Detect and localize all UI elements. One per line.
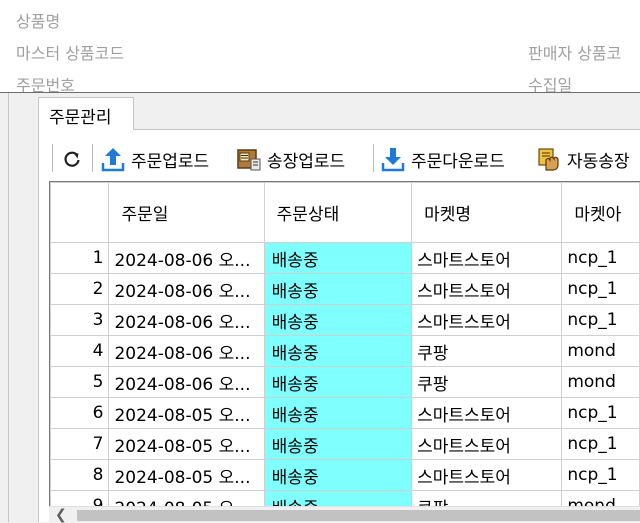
order-status-cell[interactable]: 배송중	[263, 273, 413, 305]
order-status-cell[interactable]: 배송중	[263, 335, 413, 367]
table-row[interactable]: 2 2024-08-06 오... 배송중 스마트스토어 ncp_1	[50, 273, 640, 305]
order-status-cell[interactable]: 배송중	[263, 304, 413, 336]
market-name-cell[interactable]: 스마트스토어	[411, 242, 563, 274]
market-name-cell[interactable]: 스마트스토어	[411, 428, 563, 460]
row-number[interactable]: 8	[50, 459, 110, 491]
toolbar-separator	[92, 144, 93, 172]
tab-label: 주문관리	[49, 108, 112, 128]
auto-invoice-label: 자동송장	[567, 151, 630, 172]
scrollbar-thumb[interactable]	[77, 510, 640, 521]
toolbar: 주문업로드 송장업로드 주문다운로드 자동송장	[48, 140, 640, 178]
order-table: 주문일 주문상태 마켓명 마켓아 1 2024-08-06 오... 배송중 스마트스…	[50, 182, 640, 522]
table-row[interactable]: 3 2024-08-06 오... 배송중 스마트스토어 ncp_1	[50, 304, 640, 336]
invoice-upload-button[interactable]: 송장업로드	[236, 144, 345, 174]
market-name-cell[interactable]: 스마트스토어	[411, 273, 563, 305]
table-row[interactable]: 5 2024-08-06 오... 배송중 쿠팡 mond	[50, 366, 640, 398]
seller-code-label: 판매자 상품코	[528, 44, 622, 63]
auto-invoice-button[interactable]: 자동송장	[536, 144, 630, 174]
column-header-market-name[interactable]: 마켓명	[411, 182, 563, 243]
row-number[interactable]: 3	[50, 304, 110, 336]
order-status-cell[interactable]: 배송중	[263, 242, 413, 274]
row-number[interactable]: 1	[50, 242, 110, 274]
market-name-cell[interactable]: 스마트스토어	[411, 397, 563, 429]
order-date-cell[interactable]: 2024-08-05 오...	[108, 397, 265, 429]
market-name-cell[interactable]: 쿠팡	[411, 366, 563, 398]
tab-order-management[interactable]: 주문관리	[38, 97, 134, 130]
order-date-cell[interactable]: 2024-08-06 오...	[108, 304, 265, 336]
scroll-left-arrow-icon[interactable]: ❮	[55, 507, 67, 523]
market-id-cell[interactable]: ncp_1	[561, 459, 640, 491]
order-download-button[interactable]: 주문다운로드	[380, 144, 505, 174]
refresh-icon	[64, 151, 80, 167]
order-download-label: 주문다운로드	[411, 151, 505, 172]
left-frame-edge	[0, 93, 9, 522]
table-row[interactable]: 7 2024-08-05 오... 배송중 스마트스토어 ncp_1	[50, 428, 640, 460]
grid-body: 1 2024-08-06 오... 배송중 스마트스토어 ncp_1 2 2024-08-0…	[50, 242, 640, 522]
table-row[interactable]: 1 2024-08-06 오... 배송중 스마트스토어 ncp_1	[50, 242, 640, 274]
master-code-label: 마스터 상품코드	[16, 44, 125, 63]
panel-divider	[0, 92, 640, 93]
market-id-cell[interactable]: ncp_1	[561, 273, 640, 305]
order-upload-button[interactable]: 주문업로드	[100, 144, 209, 174]
order-date-cell[interactable]: 2024-08-05 오...	[108, 459, 265, 491]
column-header-market-id[interactable]: 마켓아	[561, 182, 640, 243]
row-header-corner[interactable]	[50, 182, 110, 243]
order-date-cell[interactable]: 2024-08-06 오...	[108, 242, 265, 274]
auto-invoice-hand-icon	[538, 148, 559, 171]
order-status-cell[interactable]: 배송중	[263, 366, 413, 398]
order-status-cell[interactable]: 배송중	[263, 459, 413, 491]
order-date-cell[interactable]: 2024-08-05 오...	[108, 428, 265, 460]
column-header-order-date[interactable]: 주문일	[108, 182, 265, 243]
row-number[interactable]: 4	[50, 335, 110, 367]
product-info-panel: 상품명 마스터 상품코드 주문번호 판매자 상품코 수집일	[0, 0, 640, 95]
market-id-cell[interactable]: mond	[561, 366, 640, 398]
row-number[interactable]: 5	[50, 366, 110, 398]
market-id-cell[interactable]: ncp_1	[561, 428, 640, 460]
market-id-cell[interactable]: ncp_1	[561, 397, 640, 429]
order-date-cell[interactable]: 2024-08-06 오...	[108, 335, 265, 367]
row-number[interactable]: 7	[50, 428, 110, 460]
horizontal-scrollbar[interactable]: ❮	[49, 506, 640, 523]
market-id-cell[interactable]: ncp_1	[561, 242, 640, 274]
row-number[interactable]: 2	[50, 273, 110, 305]
product-name-label: 상품명	[16, 12, 61, 31]
refresh-button[interactable]	[62, 144, 87, 174]
invoice-package-icon	[237, 149, 261, 171]
table-row[interactable]: 8 2024-08-05 오... 배송중 스마트스토어 ncp_1	[50, 459, 640, 491]
upload-icon	[101, 148, 125, 172]
order-status-cell[interactable]: 배송중	[263, 397, 413, 429]
market-name-cell[interactable]: 스마트스토어	[411, 304, 563, 336]
table-row[interactable]: 6 2024-08-05 오... 배송중 스마트스토어 ncp_1	[50, 397, 640, 429]
download-icon	[381, 148, 405, 172]
table-row[interactable]: 4 2024-08-06 오... 배송중 쿠팡 mond	[50, 335, 640, 367]
order-status-cell[interactable]: 배송중	[263, 428, 413, 460]
market-id-cell[interactable]: ncp_1	[561, 304, 640, 336]
order-upload-label: 주문업로드	[131, 151, 210, 172]
order-date-cell[interactable]: 2024-08-06 오...	[108, 273, 265, 305]
order-grid[interactable]: 주문일 주문상태 마켓명 마켓아 1 2024-08-06 오... 배송중 스마트스…	[49, 181, 640, 522]
row-number[interactable]: 6	[50, 397, 110, 429]
header-row: 주문일 주문상태 마켓명 마켓아	[50, 182, 640, 243]
toolbar-separator	[52, 144, 53, 172]
column-header-order-status[interactable]: 주문상태	[263, 182, 413, 243]
market-name-cell[interactable]: 스마트스토어	[411, 459, 563, 491]
toolbar-separator	[373, 144, 374, 172]
order-date-cell[interactable]: 2024-08-06 오...	[108, 366, 265, 398]
market-id-cell[interactable]: mond	[561, 335, 640, 367]
invoice-upload-label: 송장업로드	[267, 151, 346, 172]
market-name-cell[interactable]: 쿠팡	[411, 335, 563, 367]
